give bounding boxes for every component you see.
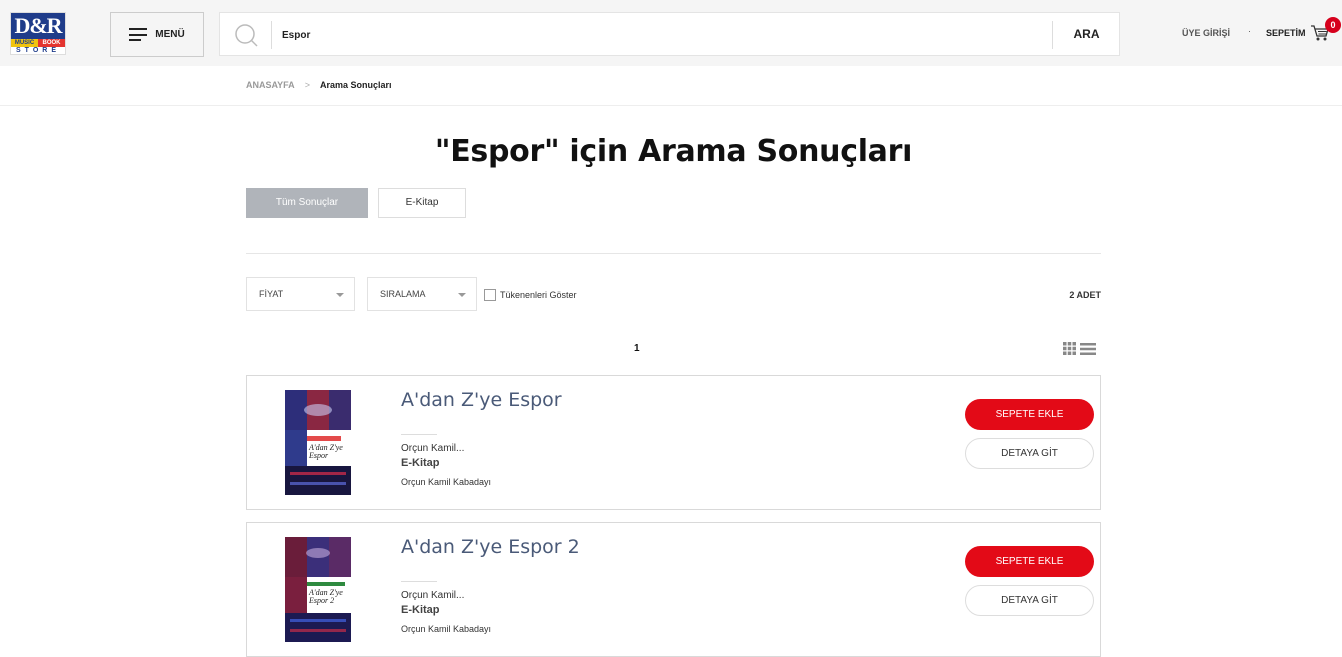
cart-link[interactable]: SEPETİM	[1266, 28, 1306, 38]
add-to-cart-button[interactable]: SEPETE EKLE	[965, 546, 1094, 577]
hamburger-icon	[129, 28, 148, 41]
product-author: Orçun Kamil Kabadayı	[401, 477, 492, 487]
chevron-down-icon	[458, 293, 466, 297]
chevron-down-icon	[336, 293, 344, 297]
product-type: E-Kitap	[401, 604, 440, 616]
page-title: "Espor" için Arama Sonuçları	[434, 134, 913, 169]
product-type: E-Kitap	[401, 457, 440, 469]
search-icon[interactable]	[234, 23, 258, 47]
search-bar: ARA	[219, 12, 1120, 56]
logo-book: BOOK	[38, 39, 65, 47]
out-of-stock-toggle[interactable]: Tükenenleri Göster	[484, 289, 577, 301]
product-card: A'dan Z'ye Espor A'dan Z'ye Espor Orçun …	[246, 375, 1101, 510]
site-header: D&R MUSIC BOOK STORE MENÜ ARA ÜYE GİRİŞİ…	[0, 0, 1342, 66]
logo-text: D&R	[11, 13, 65, 39]
product-author: Orçun Kamil Kabadayı	[401, 624, 492, 634]
login-link[interactable]: ÜYE GİRİŞİ	[1182, 28, 1230, 38]
divider	[401, 434, 437, 435]
logo-music: MUSIC	[11, 39, 38, 47]
product-title[interactable]: A'dan Z'ye Espor	[401, 389, 562, 411]
product-author-short[interactable]: Orçun Kamil...	[401, 590, 464, 601]
menu-button[interactable]: MENÜ	[110, 12, 204, 57]
dr-store-logo[interactable]: D&R MUSIC BOOK STORE	[10, 12, 66, 55]
search-input[interactable]	[282, 23, 1042, 47]
price-filter[interactable]: FİYAT	[246, 277, 355, 311]
product-card: A'dan Z'ye Espor 2 A'dan Z'ye Espor 2 Or…	[246, 522, 1101, 657]
search-button[interactable]: ARA	[1053, 13, 1120, 55]
breadcrumb-home[interactable]: ANASAYFA	[246, 80, 295, 90]
sort-filter[interactable]: SIRALAMA	[367, 277, 477, 311]
tab-ebook[interactable]: E-Kitap	[378, 188, 466, 218]
grid-view-icon[interactable]	[1063, 342, 1076, 355]
go-to-detail-button[interactable]: DETAYA GİT	[965, 438, 1094, 469]
breadcrumb-bar: ANASAYFA > Arama Sonuçları	[0, 66, 1342, 106]
header-separator: ·	[1248, 26, 1251, 36]
cart-count-badge: 0	[1325, 17, 1341, 33]
out-of-stock-label: Tükenenleri Göster	[500, 290, 577, 300]
go-to-detail-button[interactable]: DETAYA GİT	[965, 585, 1094, 616]
divider	[246, 253, 1101, 254]
search-divider	[271, 21, 272, 49]
result-count: 2 ADET	[1069, 290, 1101, 300]
menu-label: MENÜ	[155, 29, 185, 40]
svg-text:Espor: Espor	[308, 451, 329, 460]
book-cover-image[interactable]: A'dan Z'ye Espor 2	[285, 537, 351, 642]
tab-all-results[interactable]: Tüm Sonuçlar	[246, 188, 368, 218]
chevron-right-icon: >	[304, 80, 310, 90]
product-title[interactable]: A'dan Z'ye Espor 2	[401, 536, 580, 558]
breadcrumb-current: Arama Sonuçları	[319, 80, 392, 90]
out-of-stock-checkbox[interactable]	[484, 289, 496, 301]
product-author-short[interactable]: Orçun Kamil...	[401, 443, 464, 454]
add-to-cart-button[interactable]: SEPETE EKLE	[965, 399, 1094, 430]
divider	[401, 581, 437, 582]
sort-filter-label: SIRALAMA	[380, 289, 426, 299]
list-view-icon[interactable]	[1080, 343, 1096, 355]
price-filter-label: FİYAT	[259, 289, 284, 299]
breadcrumb: ANASAYFA > Arama Sonuçları	[246, 80, 391, 90]
logo-store: STORE	[16, 47, 60, 54]
book-cover-image[interactable]: A'dan Z'ye Espor	[285, 390, 351, 495]
pagination-current-page[interactable]: 1	[634, 343, 640, 354]
svg-text:Espor 2: Espor 2	[308, 596, 334, 605]
